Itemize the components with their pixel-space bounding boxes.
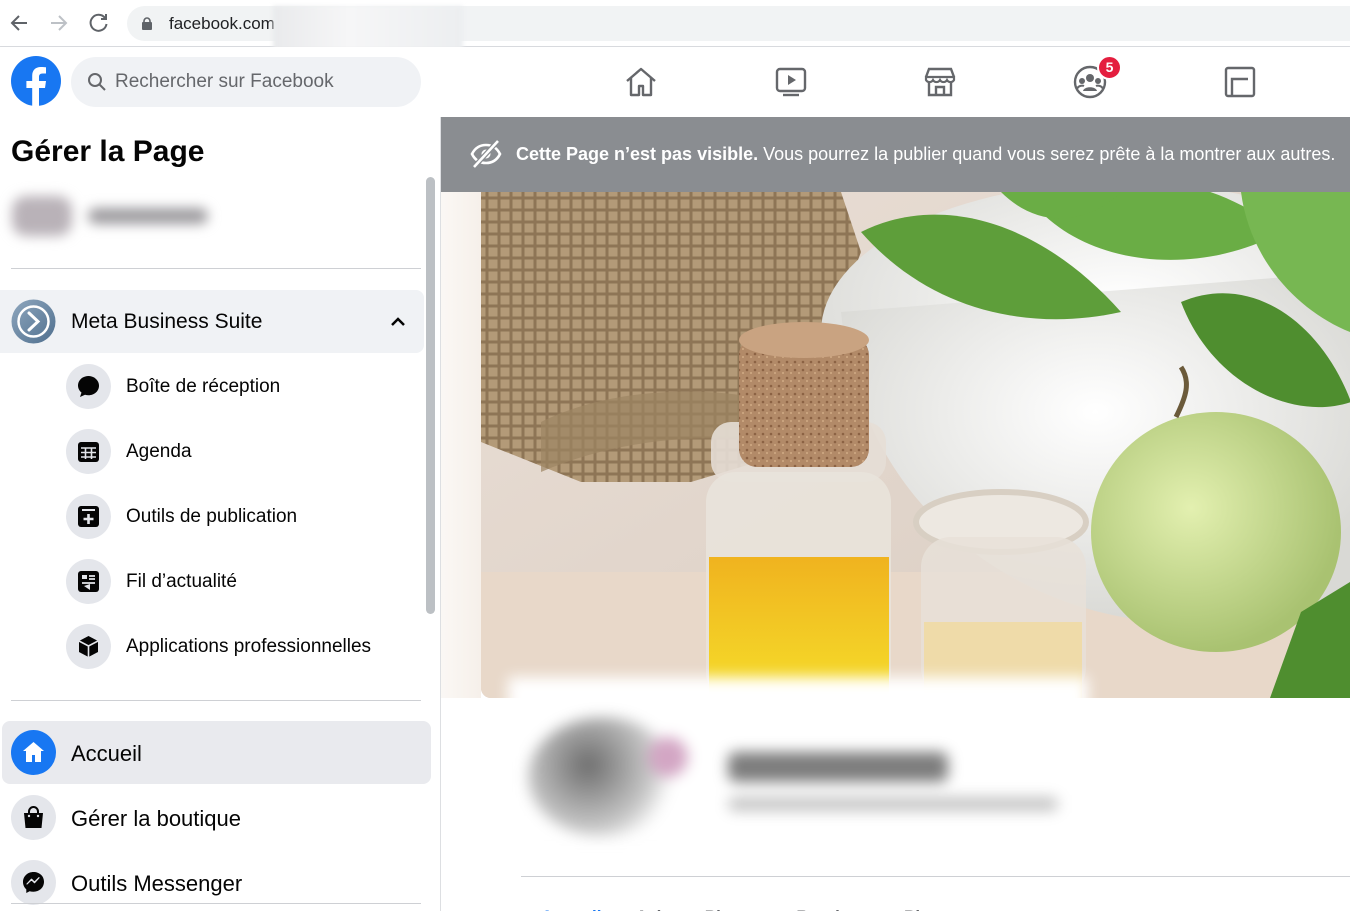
forward-arrow-icon[interactable] [48, 12, 70, 34]
sidebar-scrollbar[interactable] [426, 177, 435, 614]
divider [11, 903, 421, 904]
tab-home[interactable]: Accueil [541, 902, 601, 911]
back-arrow-icon[interactable] [8, 12, 30, 34]
eye-slash-icon [470, 139, 502, 169]
cover-edge [441, 192, 481, 698]
lock-icon [142, 17, 152, 30]
page-tabs: Accueil Avis Photos Boutique Plus [541, 902, 974, 911]
search-bar[interactable] [71, 57, 421, 107]
menu-item-news-feed[interactable]: Fil d’actualité [0, 553, 424, 611]
divider [11, 700, 421, 701]
chat-bubble-icon [66, 364, 111, 409]
menu-item-agenda[interactable]: Agenda [0, 423, 424, 481]
sidebar-item-label: Gérer la boutique [71, 806, 241, 831]
banner-bold-text: Cette Page n’est pas visible. [516, 144, 759, 164]
menu-item-business-apps[interactable]: Applications professionnelles [0, 618, 424, 676]
home-icon[interactable] [623, 65, 659, 99]
tab-more[interactable]: Plus [904, 902, 940, 911]
menu-item-publishing-tools[interactable]: Outils de publication [0, 488, 424, 546]
meta-business-suite-toggle[interactable]: Meta Business Suite [0, 290, 424, 353]
page-identity-redacted[interactable] [8, 192, 223, 242]
url-text: facebook.com [169, 14, 275, 33]
manage-page-sidebar: Gérer la Page Meta Business Suite Boîte … [0, 117, 441, 911]
meta-business-suite-label: Meta Business Suite [71, 310, 263, 333]
menu-item-inbox[interactable]: Boîte de réception [0, 358, 424, 416]
url-redacted [273, 6, 463, 52]
tab-shop[interactable]: Boutique [796, 902, 870, 911]
home-icon [11, 730, 56, 775]
sidebar-item-manage-shop[interactable]: Gérer la boutique [2, 786, 431, 849]
publishing-tools-icon [66, 494, 111, 539]
menu-item-label: Applications professionnelles [126, 636, 372, 657]
menu-item-label: Fil d’actualité [126, 571, 237, 592]
search-icon [88, 73, 106, 91]
sidebar-item-messenger-tools[interactable]: Outils Messenger [2, 851, 431, 911]
watch-icon[interactable] [773, 65, 809, 99]
notification-badge: 5 [1097, 55, 1122, 80]
meta-business-suite-icon [11, 299, 56, 344]
address-bar[interactable]: facebook.com [127, 6, 1350, 52]
menu-item-label: Boîte de réception [126, 376, 281, 397]
news-feed-icon [66, 559, 111, 604]
sidebar-item-label: Outils Messenger [71, 871, 243, 896]
browser-toolbar: facebook.com [0, 0, 1350, 52]
sidebar-title: Gérer la Page [11, 135, 205, 168]
page-preview: Cette Page n’est pas visible. Vous pourr… [441, 117, 1350, 911]
banner-body-text: Vous pourrez la publier quand vous serez… [758, 144, 1336, 164]
menu-item-label: Outils de publication [126, 506, 298, 527]
tab-photos[interactable]: Photos [705, 902, 763, 911]
menu-item-label: Agenda [126, 441, 192, 462]
reload-icon[interactable] [88, 12, 110, 34]
cover-photo[interactable] [481, 192, 1350, 698]
page-not-visible-banner: Cette Page n’est pas visible. Vous pourr… [441, 117, 1350, 192]
banner-message: Cette Page n’est pas visible. Vous pourr… [516, 144, 1335, 165]
messenger-icon [11, 860, 56, 905]
facebook-logo-icon[interactable] [11, 56, 61, 106]
box-icon [66, 624, 111, 669]
gaming-icon[interactable] [1222, 65, 1258, 99]
profile-identity-redacted [508, 677, 1088, 857]
cover-photo-image [481, 192, 1350, 698]
divider [11, 268, 421, 269]
search-input[interactable] [115, 57, 411, 107]
tab-reviews[interactable]: Avis [635, 902, 670, 911]
sidebar-item-label: Accueil [71, 741, 142, 766]
sidebar-item-home[interactable]: Accueil [2, 721, 431, 784]
calendar-icon [66, 429, 111, 474]
facebook-header: 5 [0, 47, 1350, 117]
divider [521, 876, 1350, 877]
shopping-bag-icon [11, 795, 56, 840]
marketplace-icon[interactable] [922, 65, 958, 99]
chevron-up-icon[interactable] [389, 314, 407, 328]
